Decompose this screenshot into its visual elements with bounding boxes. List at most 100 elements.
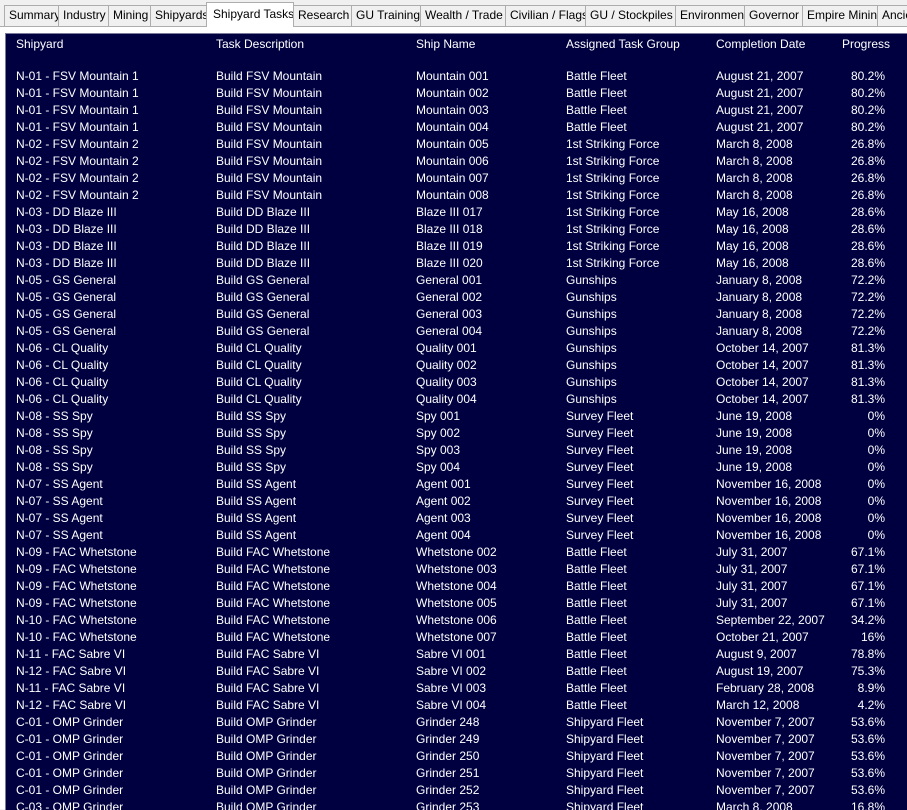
tab-gu-training[interactable]: GU Training [351, 5, 421, 26]
cell-shipyard: N-09 - FAC Whetstone [16, 596, 137, 610]
table-row[interactable]: N-08 - SS Spy Build SS Spy Spy 003 Survey F… [6, 442, 907, 459]
table-row[interactable]: N-12 - FAC Sabre VI Build FAC Sabre VI Sab… [6, 697, 907, 714]
tab-governor[interactable]: Governor [744, 5, 803, 26]
cell-assigned-task-group: Gunships [566, 273, 617, 287]
cell-assigned-task-group: Battle Fleet [566, 545, 627, 559]
table-row[interactable]: N-11 - FAC Sabre VI Build FAC Sabre VI Sab… [6, 646, 907, 663]
table-row[interactable]: N-07 - SS Agent Build SS Agent Agent 002 Su… [6, 493, 907, 510]
table-row[interactable]: C-01 - OMP Grinder Build OMP Grinder Grind… [6, 765, 907, 782]
table-row[interactable]: N-05 - GS General Build GS General General… [6, 323, 907, 340]
tab-shipyards[interactable]: Shipyards [150, 5, 207, 26]
tab-research[interactable]: Research [293, 5, 352, 26]
cell-completion-date: March 8, 2008 [716, 137, 793, 151]
cell-task-description: Build GS General [216, 290, 310, 304]
tab-industry[interactable]: Industry [58, 5, 109, 26]
table-row[interactable]: N-02 - FSV Mountain 2 Build FSV Mountain M… [6, 136, 907, 153]
table-row[interactable]: N-07 - SS Agent Build SS Agent Agent 001 Su… [6, 476, 907, 493]
cell-progress: 72.2% [850, 307, 885, 321]
cell-progress: 8.9% [857, 681, 885, 695]
cell-completion-date: November 7, 2007 [716, 783, 815, 797]
table-row[interactable]: C-01 - OMP Grinder Build OMP Grinder Grind… [6, 782, 907, 799]
table-row[interactable]: N-12 - FAC Sabre VI Build FAC Sabre VI Sab… [6, 663, 907, 680]
cell-task-description: Build CL Quality [216, 358, 302, 372]
cell-task-description: Build OMP Grinder [216, 749, 317, 763]
cell-completion-date: August 9, 2007 [716, 647, 797, 661]
shipyard-tasks-list[interactable]: Shipyard Task Description Ship Name Assi… [5, 33, 907, 810]
table-row[interactable]: N-06 - CL Quality Build CL Quality Quality… [6, 340, 907, 357]
table-row[interactable]: N-07 - SS Agent Build SS Agent Agent 004 Su… [6, 527, 907, 544]
table-row[interactable]: N-06 - CL Quality Build CL Quality Quality… [6, 357, 907, 374]
tab-summary[interactable]: Summary [4, 5, 59, 26]
tab-ancie[interactable]: Ancie [877, 5, 907, 26]
cell-ship-name: Blaze III 019 [416, 239, 483, 253]
column-header-completion-date[interactable]: Completion Date [716, 37, 831, 51]
table-row[interactable]: N-01 - FSV Mountain 1 Build FSV Mountain M… [6, 102, 907, 119]
cell-completion-date: June 19, 2008 [716, 443, 793, 457]
cell-task-description: Build FAC Sabre VI [216, 664, 320, 678]
cell-assigned-task-group: Survey Fleet [566, 409, 634, 423]
cell-task-description: Build FAC Sabre VI [216, 647, 320, 661]
table-row[interactable]: N-10 - FAC Whetstone Build FAC Whetstone W… [6, 629, 907, 646]
cell-completion-date: July 31, 2007 [716, 545, 788, 559]
cell-progress: 72.2% [850, 324, 885, 338]
tab-environment[interactable]: Environment [675, 5, 745, 26]
table-row[interactable]: N-01 - FSV Mountain 1 Build FSV Mountain M… [6, 68, 907, 85]
table-row[interactable]: N-08 - SS Spy Build SS Spy Spy 002 Survey F… [6, 425, 907, 442]
cell-progress: 80.2% [850, 103, 885, 117]
column-header-ship-name[interactable]: Ship Name [416, 37, 561, 51]
column-header-shipyard[interactable]: Shipyard [16, 37, 211, 51]
column-header-assigned-task-group[interactable]: Assigned Task Group [566, 37, 711, 51]
tab-wealth-trade[interactable]: Wealth / Trade [420, 5, 506, 26]
cell-task-description: Build FAC Whetstone [216, 545, 331, 559]
table-row[interactable]: N-03 - DD Blaze III Build DD Blaze III Bla… [6, 238, 907, 255]
cell-ship-name: Mountain 008 [416, 188, 489, 202]
table-row[interactable]: N-05 - GS General Build GS General General… [6, 289, 907, 306]
table-row[interactable]: N-08 - SS Spy Build SS Spy Spy 001 Survey F… [6, 408, 907, 425]
cell-progress: 81.3% [850, 341, 885, 355]
tab-empire-mining[interactable]: Empire Mining [802, 5, 878, 26]
table-row[interactable]: N-09 - FAC Whetstone Build FAC Whetstone W… [6, 578, 907, 595]
table-row[interactable]: N-03 - DD Blaze III Build DD Blaze III Bla… [6, 221, 907, 238]
cell-completion-date: October 14, 2007 [716, 358, 809, 372]
table-row[interactable]: C-01 - OMP Grinder Build OMP Grinder Grind… [6, 748, 907, 765]
cell-completion-date: February 28, 2008 [716, 681, 815, 695]
cell-assigned-task-group: 1st Striking Force [566, 188, 660, 202]
cell-assigned-task-group: Survey Fleet [566, 477, 634, 491]
cell-progress: 28.6% [850, 256, 885, 270]
table-row[interactable]: C-01 - OMP Grinder Build OMP Grinder Grind… [6, 714, 907, 731]
table-row[interactable]: N-09 - FAC Whetstone Build FAC Whetstone W… [6, 595, 907, 612]
cell-assigned-task-group: Shipyard Fleet [566, 732, 644, 746]
table-row[interactable]: N-01 - FSV Mountain 1 Build FSV Mountain M… [6, 119, 907, 136]
table-row[interactable]: N-09 - FAC Whetstone Build FAC Whetstone W… [6, 561, 907, 578]
table-row[interactable]: N-10 - FAC Whetstone Build FAC Whetstone W… [6, 612, 907, 629]
table-row[interactable]: N-01 - FSV Mountain 1 Build FSV Mountain M… [6, 85, 907, 102]
table-row[interactable]: N-03 - DD Blaze III Build DD Blaze III Bla… [6, 255, 907, 272]
table-row[interactable]: N-02 - FSV Mountain 2 Build FSV Mountain M… [6, 153, 907, 170]
cell-assigned-task-group: Battle Fleet [566, 120, 627, 134]
column-header-progress[interactable]: Progress [826, 37, 890, 51]
table-row[interactable]: N-03 - DD Blaze III Build DD Blaze III Bla… [6, 204, 907, 221]
tab-mining[interactable]: Mining [108, 5, 151, 26]
table-row[interactable]: N-08 - SS Spy Build SS Spy Spy 004 Survey F… [6, 459, 907, 476]
table-row[interactable]: N-05 - GS General Build GS General General… [6, 272, 907, 289]
tab-gu-stockpiles[interactable]: GU / Stockpiles [585, 5, 676, 26]
table-row[interactable]: N-09 - FAC Whetstone Build FAC Whetstone W… [6, 544, 907, 561]
table-row[interactable]: N-07 - SS Agent Build SS Agent Agent 003 Su… [6, 510, 907, 527]
cell-shipyard: N-01 - FSV Mountain 1 [16, 86, 139, 100]
tab-strip: Summary Industry Mining Shipyards Shipyard T… [0, 0, 907, 27]
table-row[interactable]: C-01 - OMP Grinder Build OMP Grinder Grind… [6, 731, 907, 748]
cell-task-description: Build SS Spy [216, 443, 287, 457]
table-row[interactable]: N-02 - FSV Mountain 2 Build FSV Mountain M… [6, 187, 907, 204]
table-row[interactable]: N-11 - FAC Sabre VI Build FAC Sabre VI Sab… [6, 680, 907, 697]
table-row[interactable]: C-03 - OMP Grinder Build OMP Grinder Grind… [6, 799, 907, 810]
table-row[interactable]: N-06 - CL Quality Build CL Quality Quality… [6, 391, 907, 408]
table-row[interactable]: N-02 - FSV Mountain 2 Build FSV Mountain M… [6, 170, 907, 187]
tab-shipyard-tasks[interactable]: Shipyard Tasks [206, 2, 294, 27]
cell-task-description: Build DD Blaze III [216, 205, 311, 219]
cell-shipyard: N-05 - GS General [16, 273, 117, 287]
table-row[interactable]: N-05 - GS General Build GS General General… [6, 306, 907, 323]
cell-completion-date: August 21, 2007 [716, 103, 804, 117]
column-header-task-description[interactable]: Task Description [216, 37, 411, 51]
table-row[interactable]: N-06 - CL Quality Build CL Quality Quality… [6, 374, 907, 391]
tab-civilian-flags[interactable]: Civilian / Flags [505, 5, 586, 26]
